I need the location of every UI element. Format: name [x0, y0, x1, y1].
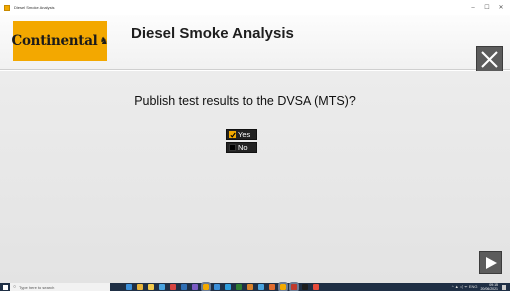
start-button[interactable]	[0, 283, 10, 291]
search-placeholder: Type here to search	[19, 284, 55, 290]
window-title: Diesel Smoke Analysis	[14, 5, 55, 10]
taskbar: ○ Type here to search ^ ▲ ◁ ᯤ ENG 09:15 …	[0, 282, 510, 291]
next-button[interactable]	[479, 251, 502, 274]
taskbar-app-icon[interactable]	[302, 284, 308, 290]
taskbar-app-icon[interactable]	[148, 284, 154, 290]
window-titlebar: Diesel Smoke Analysis – ☐ ✕	[0, 0, 510, 15]
taskbar-app-icon[interactable]	[258, 284, 264, 290]
checkbox-unchecked-icon[interactable]	[229, 144, 236, 151]
taskbar-app-icon[interactable]	[192, 284, 198, 290]
app-icon	[4, 4, 10, 11]
horse-icon: ♞	[99, 35, 109, 47]
app-header: Continental ♞ Diesel Smoke Analysis	[0, 15, 510, 73]
close-icon	[481, 51, 498, 68]
system-tray: ^ ▲ ◁ ᯤ ENG 09:15 20/06/2021	[452, 283, 506, 291]
taskbar-app-icon[interactable]	[214, 284, 220, 290]
taskbar-app-icon[interactable]	[170, 284, 176, 290]
taskbar-app-icon[interactable]	[159, 284, 165, 290]
taskbar-app-icon[interactable]	[313, 284, 319, 290]
taskbar-app-icon[interactable]	[201, 282, 211, 291]
minimize-button[interactable]: –	[466, 0, 480, 15]
publish-question: Publish test results to the DVSA (MTS)?	[134, 94, 356, 108]
checkbox-checked-icon[interactable]	[229, 131, 236, 138]
window-close-button[interactable]: ✕	[494, 0, 508, 15]
taskbar-app-icon[interactable]	[247, 284, 253, 290]
logo-text: Continental	[11, 33, 98, 49]
taskbar-app-icon[interactable]	[269, 284, 275, 290]
taskbar-app-icon[interactable]	[278, 282, 288, 291]
clock-date: 20/06/2021	[480, 287, 498, 291]
option-yes[interactable]: Yes	[226, 129, 257, 140]
taskbar-app-icon[interactable]	[126, 284, 132, 290]
option-no[interactable]: No	[226, 142, 257, 153]
tray-icons[interactable]: ^ ▲ ◁ ᯤ ENG	[452, 284, 478, 290]
windows-icon	[2, 284, 8, 290]
continental-logo: Continental ♞	[11, 21, 109, 61]
notification-icon[interactable]	[502, 284, 506, 290]
taskbar-search[interactable]: ○ Type here to search	[10, 283, 110, 291]
maximize-button[interactable]: ☐	[480, 0, 494, 15]
close-button[interactable]	[476, 46, 503, 73]
taskbar-apps	[126, 282, 324, 291]
page-title: Diesel Smoke Analysis	[131, 25, 294, 42]
taskbar-app-icon[interactable]	[225, 284, 231, 290]
search-icon: ○	[13, 284, 17, 290]
checkmark-icon	[229, 132, 236, 138]
clock[interactable]: 09:15 20/06/2021	[480, 283, 498, 291]
option-no-label: No	[238, 143, 248, 152]
taskbar-app-icon[interactable]	[181, 284, 187, 290]
taskbar-app-icon[interactable]	[137, 284, 143, 290]
taskbar-app-icon[interactable]	[289, 282, 299, 291]
main-panel: Publish test results to the DVSA (MTS)? …	[0, 71, 510, 283]
window-controls: – ☐ ✕	[466, 0, 508, 15]
taskbar-app-icon[interactable]	[236, 284, 242, 290]
play-arrow-icon	[485, 256, 497, 269]
option-yes-label: Yes	[238, 130, 251, 139]
